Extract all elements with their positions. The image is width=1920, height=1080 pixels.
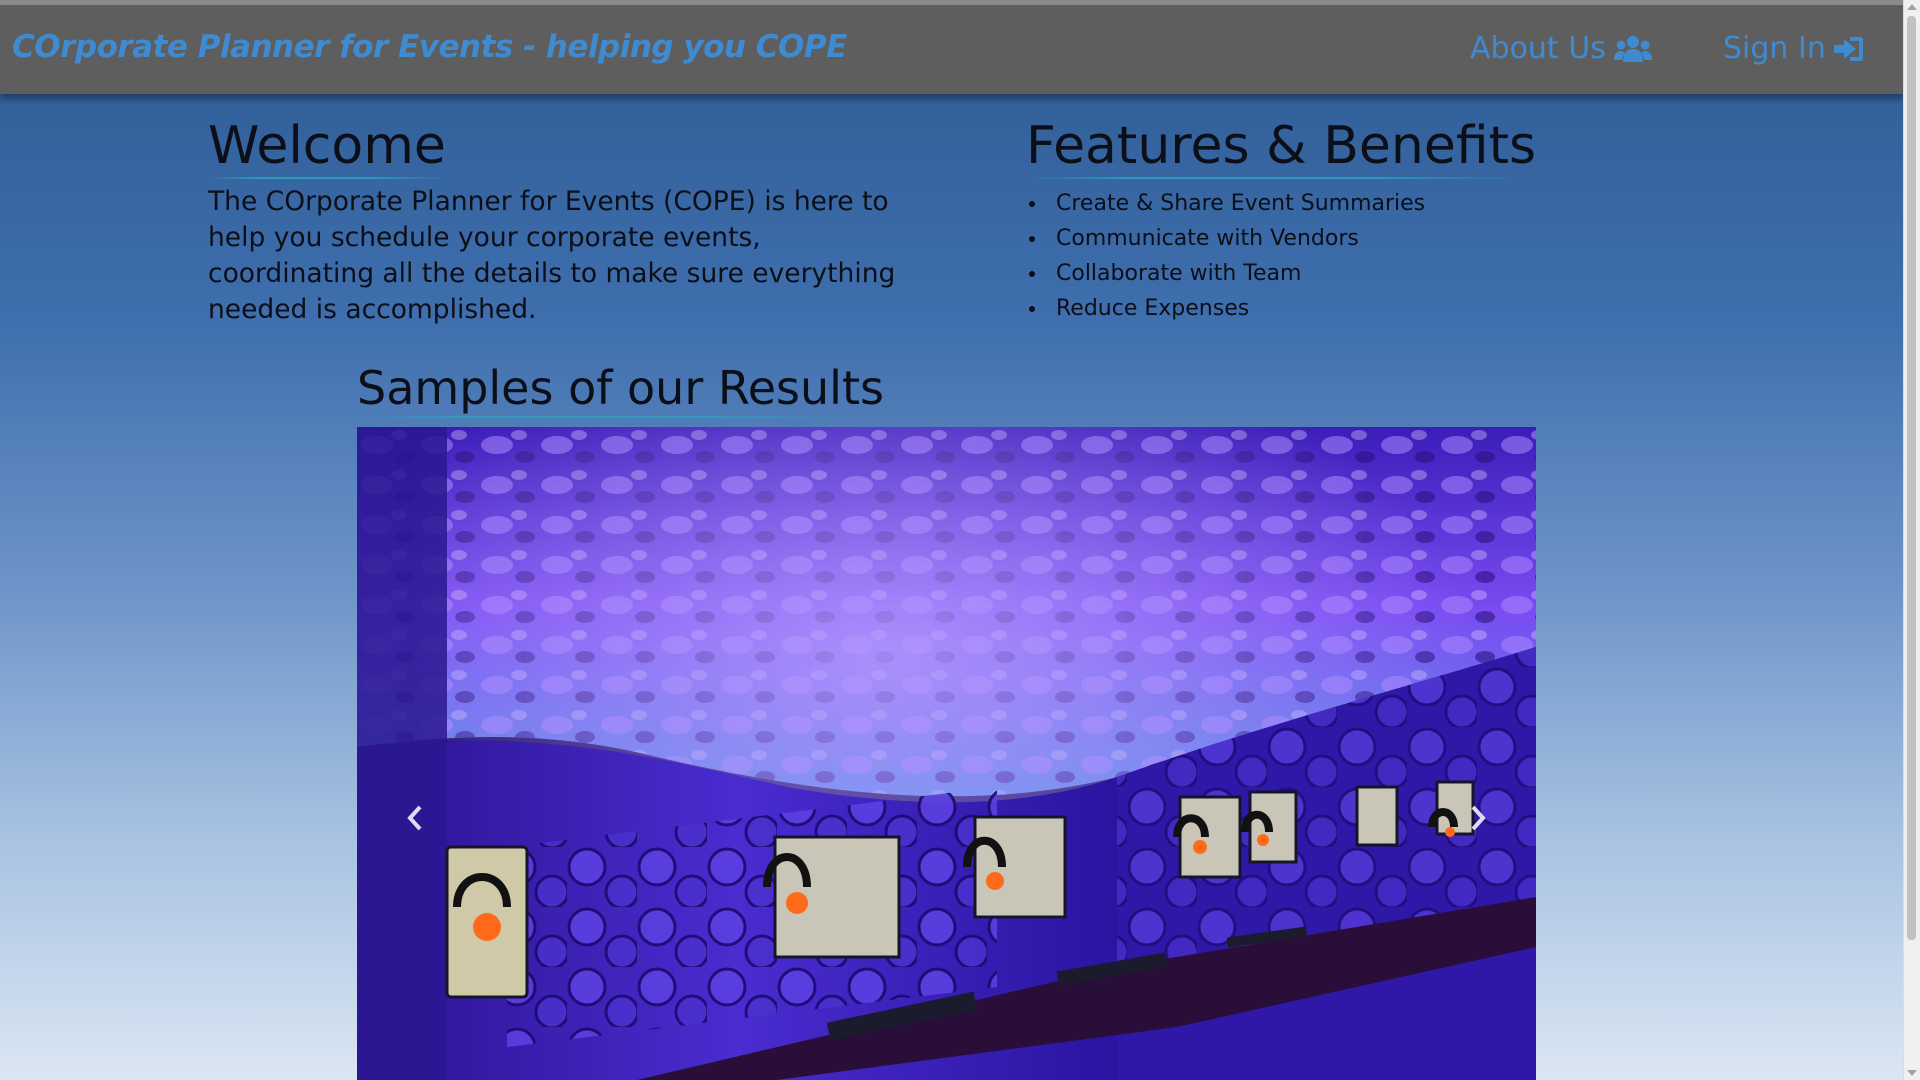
brand-title[interactable]: COrporate Planner for Events - helping y… [12, 29, 847, 65]
features-heading: Features & Benefits [1026, 116, 1537, 176]
samples-heading: Samples of our Results [357, 361, 884, 415]
feature-item: Collaborate with Team [1028, 256, 1425, 291]
features-section: Features & Benefits [1026, 116, 1537, 180]
welcome-text: The COrporate Planner for Events (COPE) … [208, 186, 896, 325]
welcome-section: Welcome [208, 116, 448, 180]
sign-in-link[interactable]: Sign In [1723, 31, 1864, 66]
carousel-prev-button[interactable] [400, 800, 430, 836]
sign-in-icon [1833, 35, 1864, 63]
users-icon [1613, 35, 1652, 63]
carousel-next-button[interactable] [1463, 800, 1493, 836]
page-scrollbar[interactable] [1903, 0, 1920, 1080]
samples-section: Samples of our Results [357, 361, 884, 418]
features-list: Create & Share Event Summaries Communica… [1026, 186, 1425, 326]
chevron-left-icon [407, 805, 422, 831]
sign-in-label: Sign In [1723, 31, 1826, 66]
results-carousel[interactable] [357, 427, 1536, 1080]
chevron-right-icon [1471, 805, 1486, 831]
carousel-image [357, 427, 1536, 1080]
scrollbar-thumb[interactable] [1907, 16, 1916, 940]
welcome-heading: Welcome [208, 116, 446, 176]
feature-item: Reduce Expenses [1028, 291, 1425, 326]
feature-item: Communicate with Vendors [1028, 221, 1425, 256]
feature-item: Create & Share Event Summaries [1028, 186, 1425, 221]
samples-underline [357, 415, 857, 418]
navbar: COrporate Planner for Events - helping y… [0, 0, 1904, 94]
scroll-up-arrow-icon[interactable] [1907, 4, 1917, 10]
welcome-underline [208, 177, 448, 180]
features-underline [1026, 177, 1526, 180]
scroll-down-arrow-icon[interactable] [1907, 1070, 1917, 1076]
about-us-link[interactable]: About Us [1470, 31, 1652, 66]
about-us-label: About Us [1470, 31, 1606, 66]
